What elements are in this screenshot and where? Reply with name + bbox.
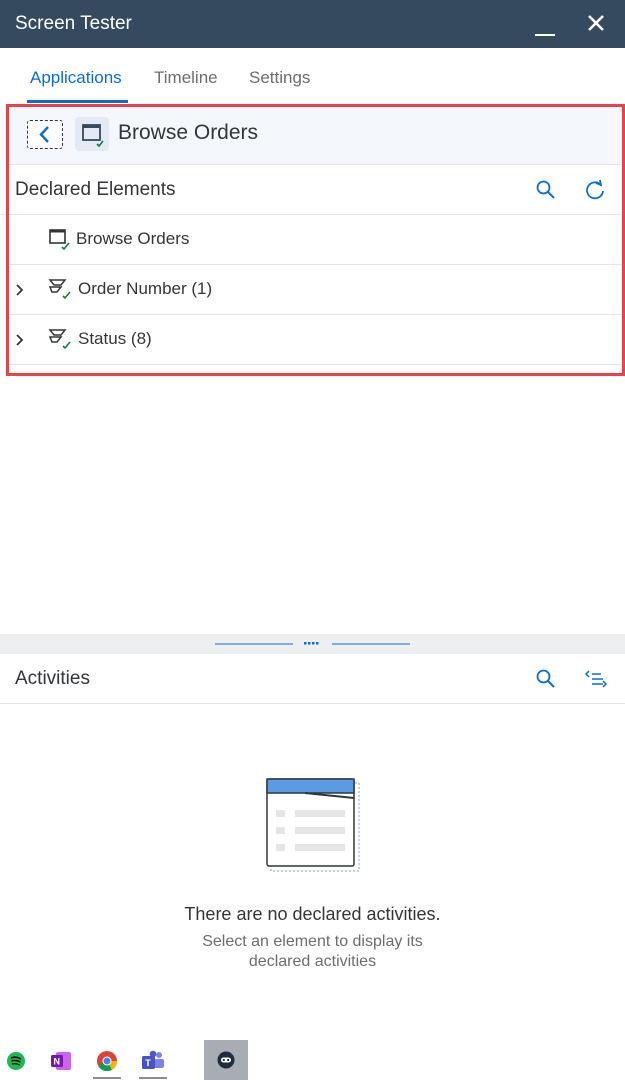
tab-bar: Applications Timeline Settings bbox=[0, 48, 625, 104]
close-icon bbox=[588, 15, 604, 31]
svg-text:T: T bbox=[145, 1058, 151, 1068]
activities-header: Activities bbox=[0, 654, 625, 704]
close-button[interactable] bbox=[584, 11, 608, 35]
taskbar-teams[interactable]: T bbox=[131, 1040, 175, 1080]
minimize-button[interactable] bbox=[533, 14, 557, 36]
active-tab-indicator bbox=[27, 100, 128, 103]
search-icon[interactable] bbox=[535, 668, 557, 690]
taskbar-agent[interactable] bbox=[204, 1040, 248, 1080]
window-title: Screen Tester bbox=[15, 13, 132, 34]
taskbar-spotify[interactable] bbox=[0, 1040, 44, 1080]
taskbar-chrome[interactable] bbox=[85, 1040, 129, 1080]
running-indicator bbox=[139, 1077, 167, 1079]
agent-icon bbox=[217, 1051, 235, 1069]
teams-icon: T bbox=[142, 1050, 164, 1069]
highlight-frame bbox=[6, 104, 625, 376]
drag-handle-icon[interactable] bbox=[215, 639, 410, 649]
empty-list-illustration bbox=[266, 778, 360, 872]
spotify-icon bbox=[7, 1052, 25, 1070]
empty-state-title: There are no declared activities. bbox=[184, 904, 441, 924]
tab-applications[interactable]: Applications bbox=[30, 68, 122, 88]
tab-timeline[interactable]: Timeline bbox=[154, 68, 218, 88]
running-indicator bbox=[93, 1077, 121, 1079]
collapse-list-icon[interactable] bbox=[584, 669, 608, 689]
svg-text:N: N bbox=[54, 1057, 61, 1067]
taskbar-onenote[interactable]: N bbox=[40, 1040, 84, 1080]
empty-state-line-1: Select an element to display its bbox=[202, 933, 423, 950]
title-bar: Screen Tester bbox=[0, 0, 625, 48]
activities-title: Activities bbox=[15, 668, 90, 689]
onenote-icon: N bbox=[51, 1052, 71, 1070]
empty-state-line-2: declared activities bbox=[248, 953, 377, 970]
panel-splitter[interactable] bbox=[0, 634, 625, 654]
tab-settings[interactable]: Settings bbox=[249, 68, 310, 88]
chrome-icon bbox=[97, 1051, 118, 1072]
taskbar: N T bbox=[0, 1040, 625, 1080]
empty-state-description: Select an element to display its declare… bbox=[0, 932, 625, 972]
